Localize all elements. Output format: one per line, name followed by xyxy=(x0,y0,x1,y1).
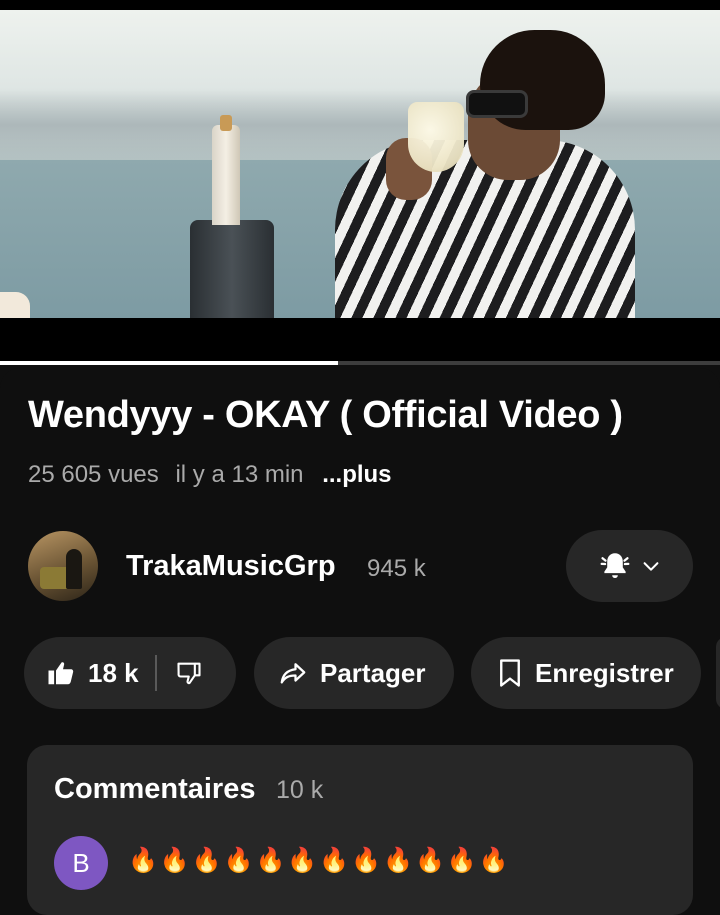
share-arrow-icon xyxy=(278,658,308,688)
commenter-avatar: B xyxy=(54,836,108,890)
video-frame[interactable] xyxy=(0,10,720,318)
thumbs-down-icon[interactable] xyxy=(175,659,203,687)
like-dislike-group: 18 k xyxy=(24,637,236,709)
upload-time: il y a 13 min xyxy=(175,461,304,488)
save-button[interactable]: Enregistrer xyxy=(471,637,701,709)
sunglasses xyxy=(466,90,528,118)
bell-icon xyxy=(598,549,632,583)
chevron-down-icon xyxy=(640,555,662,577)
comments-section[interactable] xyxy=(27,745,693,915)
wine-glass xyxy=(408,102,464,172)
comments-heading: Commentaires xyxy=(54,773,256,805)
video-meta[interactable]: 25 605 vues il y a 13 min ...plus xyxy=(28,461,402,489)
video-progress-bar[interactable] xyxy=(0,361,720,365)
notifications-button[interactable] xyxy=(566,530,693,602)
comments-count: 10 k xyxy=(276,776,324,804)
next-action-pill[interactable] xyxy=(716,637,720,709)
bookmark-icon xyxy=(497,658,523,688)
save-label: Enregistrer xyxy=(535,657,674,688)
like-count[interactable]: 18 k xyxy=(88,658,139,689)
top-comment-text: 🔥🔥🔥🔥🔥🔥🔥🔥🔥🔥🔥🔥 xyxy=(128,846,511,874)
share-button[interactable]: Partager xyxy=(254,637,454,709)
share-label: Partager xyxy=(320,657,426,688)
bottle xyxy=(190,220,274,318)
video-progress-fill xyxy=(0,361,339,365)
video-player[interactable] xyxy=(0,0,720,365)
view-count: 25 605 vues xyxy=(28,461,159,488)
more-link[interactable]: ...plus xyxy=(322,461,391,488)
channel-avatar[interactable] xyxy=(28,531,98,601)
channel-name[interactable]: TrakaMusicGrp xyxy=(126,550,336,583)
thumbs-up-icon[interactable] xyxy=(46,658,76,688)
video-title[interactable]: Wendyyy - OKAY ( Official Video ) xyxy=(28,394,623,437)
like-dislike-divider xyxy=(154,655,157,691)
subscriber-count: 945 k xyxy=(367,555,426,582)
